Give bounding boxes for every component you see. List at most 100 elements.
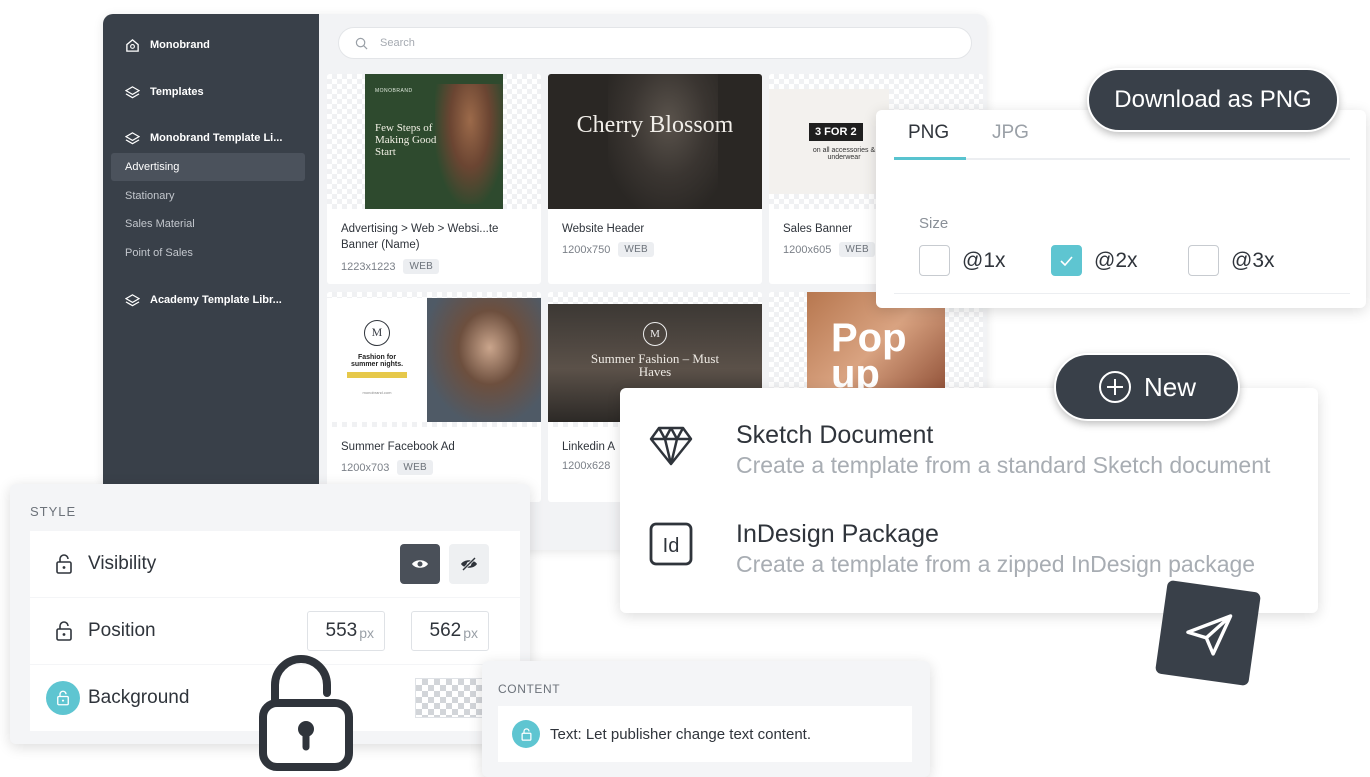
card-meta: 1200x703 WEB bbox=[341, 460, 434, 475]
card-size: 1200x605 bbox=[783, 243, 832, 256]
sidebar-item-academy[interactable]: Academy Template Libr... bbox=[103, 290, 304, 310]
option-label: @3x bbox=[1231, 248, 1275, 272]
style-row-visibility: Visibility bbox=[30, 531, 520, 597]
person-photo bbox=[427, 298, 541, 422]
sidebar-item-label: Monobrand bbox=[150, 39, 210, 51]
card-size: 1200x750 bbox=[562, 243, 611, 256]
visibility-hide-button[interactable] bbox=[449, 544, 489, 584]
checkbox[interactable] bbox=[1188, 245, 1219, 276]
download-panel: PNG JPG Size @1x @2x @3x bbox=[876, 110, 1366, 308]
option-label: @2x bbox=[1094, 248, 1138, 272]
new-button-label: New bbox=[1143, 371, 1196, 402]
template-card[interactable]: Cherry Blossom Website Header 1200x750 W… bbox=[548, 74, 762, 284]
sidebar-item-templates[interactable]: Templates bbox=[103, 82, 226, 102]
card-thumbnail: MONOBRAND Few Steps of Making Good Start bbox=[327, 74, 541, 209]
template-card[interactable]: M Fashion for summer nights. monobrand.c… bbox=[327, 292, 541, 502]
sidebar-item-stationary[interactable]: Stationary bbox=[111, 182, 305, 210]
unlock-icon[interactable] bbox=[512, 720, 540, 748]
size-label: Size bbox=[919, 215, 949, 232]
layers-icon bbox=[125, 293, 140, 306]
unlock-icon[interactable] bbox=[52, 552, 76, 576]
sidebar-item-label: Monobrand Template Li... bbox=[150, 132, 283, 144]
sidebar-item-point-of-sales[interactable]: Point of Sales bbox=[111, 239, 305, 267]
card-thumbnail: M Fashion for summer nights. monobrand.c… bbox=[327, 292, 541, 427]
scale-option-2x[interactable]: @2x bbox=[1051, 245, 1138, 276]
tab-jpg[interactable]: JPG bbox=[992, 122, 1029, 144]
menu-item-indesign[interactable]: Id InDesign Package Create a template fr… bbox=[646, 519, 1255, 579]
checkbox-checked[interactable] bbox=[1051, 245, 1082, 276]
download-png-button[interactable]: Download as PNG bbox=[1087, 68, 1339, 132]
row-label: Background bbox=[88, 687, 190, 708]
thumbnail-badge: 3 FOR 2 bbox=[809, 123, 863, 141]
position-y-input[interactable]: 562 px bbox=[411, 611, 489, 651]
monobrand-logo-icon: M bbox=[643, 322, 667, 346]
plus-circle-icon bbox=[1098, 371, 1131, 403]
unlock-icon[interactable] bbox=[46, 681, 80, 715]
unlock-icon[interactable] bbox=[52, 619, 76, 643]
thumbnail-headline: Pop up bbox=[831, 316, 907, 396]
card-title: Advertising > Web > Websi...te Banner (N… bbox=[341, 223, 499, 251]
card-tag: WEB bbox=[618, 242, 655, 257]
card-title: Website Header bbox=[562, 223, 645, 235]
card-meta: 1200x628 bbox=[562, 460, 610, 472]
menu-item-title: InDesign Package bbox=[736, 520, 939, 548]
eye-icon bbox=[412, 560, 428, 568]
content-heading: CONTENT bbox=[498, 682, 561, 696]
search-bar[interactable] bbox=[338, 27, 972, 59]
card-meta: 1200x605 WEB bbox=[783, 242, 876, 257]
template-card[interactable]: MONOBRAND Few Steps of Making Good Start… bbox=[327, 74, 541, 284]
eye-off-icon bbox=[461, 556, 477, 572]
sidebar-item-advertising[interactable]: Advertising bbox=[111, 153, 305, 181]
layers-icon bbox=[125, 131, 140, 144]
menu-item-title: Sketch Document bbox=[736, 421, 934, 449]
thumbnail-headline: Fashion for summer nights. bbox=[350, 354, 404, 368]
content-row-text: Text: Let publisher change text content. bbox=[498, 706, 912, 762]
sidebar-item-library[interactable]: Monobrand Template Li... bbox=[103, 128, 304, 148]
thumbnail-ad-left: M Fashion for summer nights. monobrand.c… bbox=[327, 298, 427, 422]
checkmark-icon bbox=[1060, 255, 1073, 266]
new-button[interactable]: New bbox=[1054, 353, 1240, 421]
layers-icon bbox=[125, 85, 140, 98]
row-label: Position bbox=[88, 620, 156, 641]
menu-item-sketch[interactable]: Sketch Document Create a template from a… bbox=[646, 420, 1270, 480]
card-title: Summer Facebook Ad bbox=[341, 441, 455, 453]
thumbnail-subtext: on all accessories & underwear bbox=[812, 147, 876, 161]
card-size: 1200x628 bbox=[562, 460, 611, 472]
person-photo bbox=[435, 84, 503, 204]
card-thumbnail: Cherry Blossom bbox=[548, 74, 762, 209]
card-size: 1200x703 bbox=[341, 461, 390, 474]
background-color-swatch[interactable] bbox=[415, 678, 485, 718]
unlock-glyph bbox=[57, 690, 69, 706]
scale-option-1x[interactable]: @1x bbox=[919, 245, 1006, 276]
sidebar: Monobrand Templates Monobrand Template L… bbox=[103, 14, 319, 550]
position-y-value: 562 bbox=[429, 620, 462, 641]
menu-item-desc: Create a template from a standard Sketch… bbox=[736, 452, 1271, 478]
thumbnail-image: 3 FOR 2 on all accessories & underwear bbox=[769, 89, 889, 194]
thumbnail-brand: monobrand.com bbox=[362, 390, 392, 395]
unlock-glyph bbox=[521, 727, 531, 741]
tab-png[interactable]: PNG bbox=[908, 122, 949, 144]
tab-active-indicator bbox=[894, 157, 966, 160]
search-icon bbox=[355, 37, 368, 49]
visibility-show-button[interactable] bbox=[400, 544, 440, 584]
svg-text:Id: Id bbox=[663, 535, 680, 557]
indesign-icon: Id bbox=[646, 519, 696, 569]
checkbox[interactable] bbox=[919, 245, 950, 276]
position-x-input[interactable]: 553 px bbox=[307, 611, 385, 651]
unit-label: px bbox=[359, 625, 374, 641]
send-icon bbox=[1154, 579, 1262, 687]
card-meta: 1200x750 WEB bbox=[562, 242, 655, 257]
sidebar-item-monobrand[interactable]: Monobrand bbox=[103, 35, 232, 55]
thumbnail-headline: Cherry Blossom bbox=[576, 112, 734, 138]
position-x-value: 553 bbox=[325, 620, 358, 641]
thumbnail-image: MONOBRAND Few Steps of Making Good Start bbox=[365, 74, 503, 209]
card-tag: WEB bbox=[403, 259, 440, 274]
option-label: @1x bbox=[962, 248, 1006, 272]
diamond-icon bbox=[646, 420, 696, 470]
search-input[interactable] bbox=[380, 37, 880, 49]
thumbnail-brand: MONOBRAND bbox=[375, 88, 413, 94]
content-panel: CONTENT Text: Let publisher change text … bbox=[482, 661, 930, 777]
sidebar-item-sales-material[interactable]: Sales Material bbox=[111, 210, 305, 238]
scale-option-3x[interactable]: @3x bbox=[1188, 245, 1275, 276]
large-unlock-icon bbox=[259, 655, 353, 771]
